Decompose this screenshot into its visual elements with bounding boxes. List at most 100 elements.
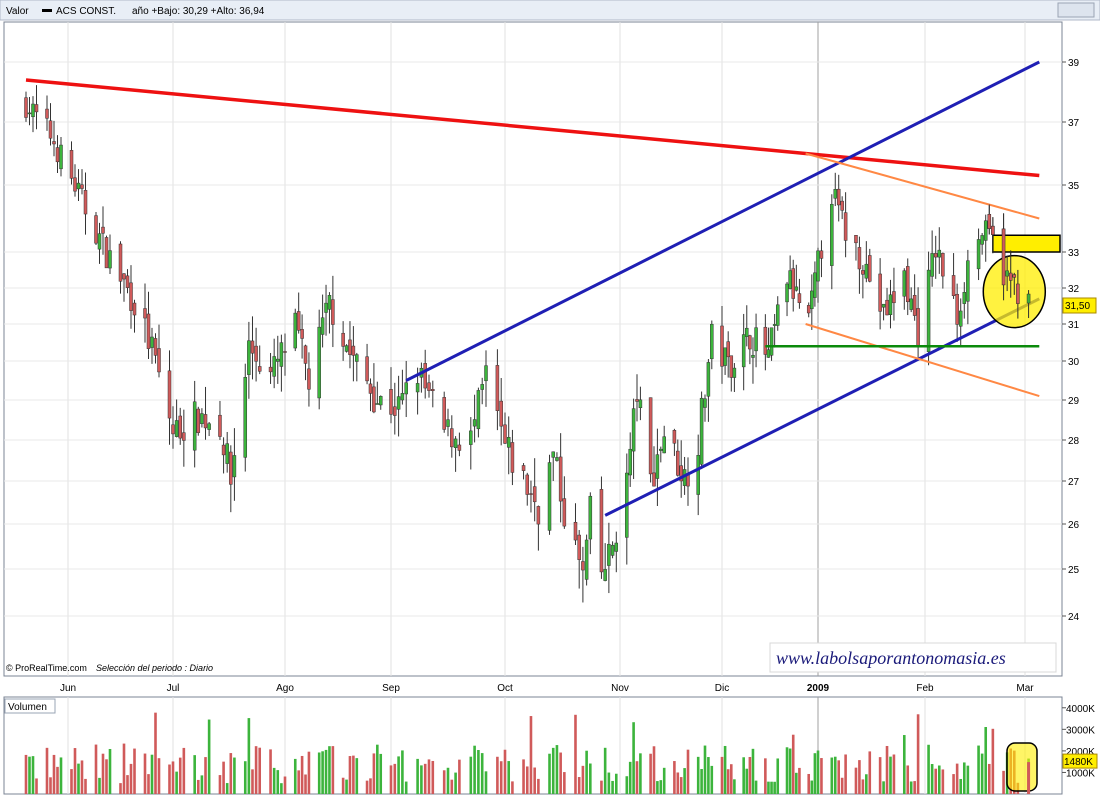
candle-body <box>157 348 161 373</box>
volume-bar <box>537 778 540 794</box>
candle-body <box>958 310 963 327</box>
candle-body <box>843 212 848 241</box>
volume-bar <box>147 774 150 794</box>
candle-body <box>810 290 814 310</box>
volume-bar <box>785 747 789 794</box>
volume-tick-label: 1000K <box>1066 768 1095 779</box>
candle-body <box>52 141 56 145</box>
candle-body <box>174 420 179 437</box>
volume-bar <box>507 761 511 794</box>
candle-body <box>525 474 530 495</box>
candle-body <box>892 291 896 304</box>
volume-bar <box>233 757 236 794</box>
candle-body <box>1008 272 1013 281</box>
volume-bar <box>321 751 324 794</box>
volume-bar <box>122 743 126 794</box>
candle-body <box>830 203 834 266</box>
candle-body <box>80 184 84 189</box>
volume-bar <box>726 769 730 794</box>
volume-bar <box>878 757 882 794</box>
volume-bar <box>324 749 328 794</box>
volume-bar <box>854 767 858 794</box>
candle-body <box>941 253 945 277</box>
header-label: Valor <box>6 6 29 17</box>
volume-bar <box>254 746 258 794</box>
candle-body <box>372 386 376 413</box>
candle-body <box>676 450 680 476</box>
candle-body <box>344 345 349 352</box>
volume-bar <box>98 777 101 794</box>
x-tick-label: Mar <box>1016 683 1034 694</box>
candle-body <box>551 451 555 458</box>
volume-bar <box>966 765 970 794</box>
candle-body <box>662 436 666 454</box>
candle-body <box>696 455 700 495</box>
volume-bar <box>28 756 31 794</box>
volume-bar <box>293 758 297 794</box>
volume-bar <box>861 779 865 794</box>
volume-bar <box>585 750 588 794</box>
volume-bar <box>773 781 776 794</box>
candle-body <box>324 302 328 313</box>
volume-bar <box>397 756 400 794</box>
volume-bar <box>427 759 431 794</box>
candle-body <box>348 339 352 355</box>
volume-bar <box>168 764 171 794</box>
candle-body <box>547 462 552 531</box>
candle-body <box>833 189 838 199</box>
candle-body <box>503 424 507 444</box>
candle-body <box>816 250 820 282</box>
volume-bar <box>247 718 251 794</box>
candle-body <box>745 327 749 337</box>
volume-bar <box>276 770 280 794</box>
volume-bar <box>795 772 798 794</box>
candle-body <box>562 498 567 527</box>
volume-bar <box>59 757 63 794</box>
credit-text: © ProRealTime.com <box>6 663 87 673</box>
candle-body <box>1012 274 1017 278</box>
candle-body <box>720 325 724 367</box>
volume-bar <box>70 769 73 794</box>
y-tick-label: 31 <box>1068 320 1080 331</box>
candle-body <box>182 432 186 441</box>
candle-body <box>991 225 995 235</box>
volume-bar <box>625 776 629 794</box>
volume-bar <box>892 754 896 794</box>
volume-bar <box>559 752 562 794</box>
candle-body <box>806 305 811 314</box>
candle-body <box>153 338 158 356</box>
candle-body <box>450 428 454 448</box>
volume-bar <box>673 761 676 794</box>
volume-bar <box>105 759 108 794</box>
candle-body <box>293 312 298 349</box>
candle-body <box>232 455 237 478</box>
candle-body <box>980 235 984 245</box>
candle-body <box>396 396 401 410</box>
candle-body <box>723 347 727 366</box>
candle-body <box>912 295 917 316</box>
candle-body <box>797 293 802 303</box>
volume-bar <box>480 753 484 794</box>
volume-bar <box>723 745 727 794</box>
candle-body <box>453 438 458 449</box>
candle-body <box>146 313 151 349</box>
volume-bar <box>676 772 680 794</box>
last-volume-label: 1480K <box>1064 757 1093 768</box>
candle-body <box>916 308 920 347</box>
volume-bar <box>628 761 632 794</box>
candle-body <box>73 177 77 192</box>
volume-bar <box>916 714 920 794</box>
candle-body <box>122 273 126 280</box>
header-scroll-button[interactable] <box>1057 2 1095 18</box>
candle-body <box>104 237 109 269</box>
volume-bar <box>745 768 749 794</box>
y-tick-label: 28 <box>1068 436 1080 447</box>
volume-bar <box>393 763 397 794</box>
volume-bar <box>304 774 307 794</box>
volume-bar <box>52 754 56 794</box>
y-tick-label: 39 <box>1068 58 1080 69</box>
volume-bar <box>416 758 419 794</box>
candle-body <box>375 403 380 405</box>
candle-body <box>610 544 615 556</box>
candle-body <box>614 542 619 552</box>
